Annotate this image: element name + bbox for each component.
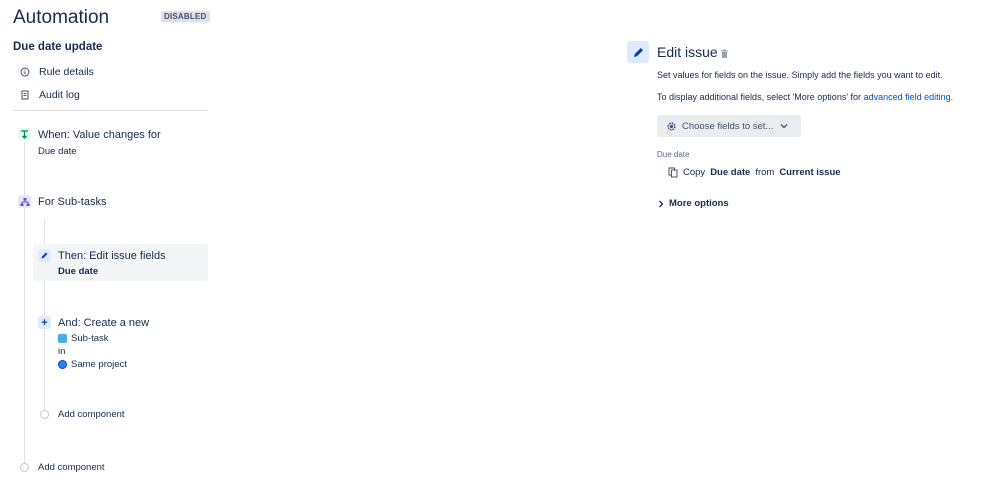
more-options-toggle[interactable]: More options [658,198,729,209]
create-issue-type: Sub-task [58,333,109,344]
panel-hint: To display additional fields, select 'Mo… [657,92,954,102]
nav-label: Audit log [39,89,80,101]
nav-rule-details[interactable]: Rule details [20,66,94,78]
divider [13,110,208,111]
status-badge: DISABLED [161,11,210,22]
nav-label: Rule details [39,66,94,78]
chevron-right-icon [658,200,664,208]
outer-connector [24,142,25,464]
add-component-outer[interactable]: Add component [38,462,105,473]
gear-icon [666,121,677,132]
trigger-title[interactable]: When: Value changes for [38,129,161,141]
rule-name: Due date update [13,41,103,53]
subtask-icon [58,334,67,343]
add-component-dot [20,463,29,472]
plus-icon: + [38,316,51,329]
copy-field-row[interactable]: Copy Due date from Current issue [668,167,841,178]
panel-title: Edit issue [657,44,718,60]
pencil-icon [38,249,51,262]
add-component-inner[interactable]: Add component [58,409,125,420]
project-icon [58,360,67,369]
branch-title[interactable]: For Sub-tasks [38,196,106,208]
copy-icon [668,167,678,178]
pencil-icon [627,41,649,63]
branch-icon [18,195,31,208]
field-label: Due date [657,150,690,159]
create-title[interactable]: And: Create a new [58,317,149,329]
add-component-dot [40,410,49,419]
action-detail: Due date [58,266,99,277]
advanced-field-editing-link[interactable]: advanced field editing [864,92,951,102]
page-title: Automation [13,7,110,28]
trigger-icon [18,128,31,141]
action-title[interactable]: Then: Edit issue fields [58,250,166,262]
chevron-down-icon [780,123,788,129]
nav-audit-log[interactable]: Audit log [20,89,80,101]
choose-fields-label: Choose fields to set... [682,120,774,132]
trigger-detail: Due date [38,146,77,157]
panel-description: Set values for fields on the issue. Simp… [657,70,943,80]
info-icon [20,67,30,77]
trash-icon[interactable] [720,46,729,64]
clipboard-icon [20,90,30,100]
create-project: Same project [58,359,127,370]
choose-fields-dropdown[interactable]: Choose fields to set... [657,115,801,137]
create-in-label: in [58,346,66,357]
